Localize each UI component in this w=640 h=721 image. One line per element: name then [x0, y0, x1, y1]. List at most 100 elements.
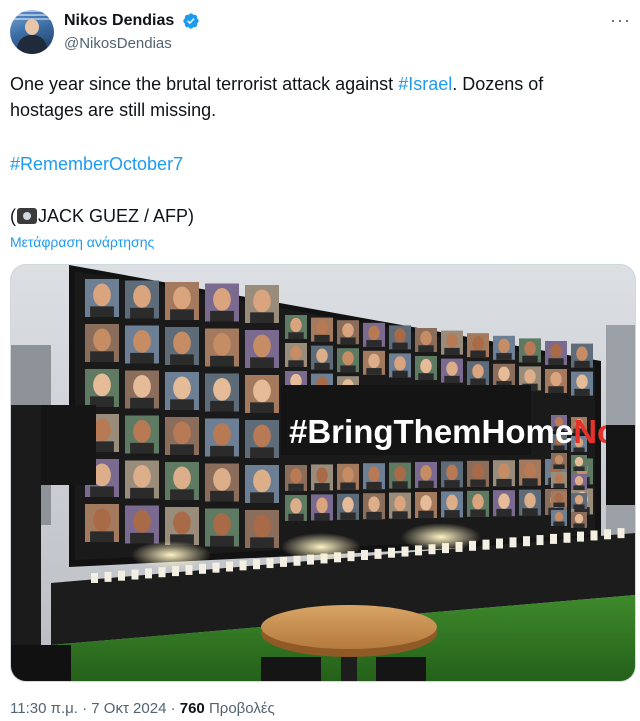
hostage-portrait [285, 495, 307, 521]
hostage-portrait [551, 472, 567, 488]
hostage-portrait [493, 490, 515, 517]
tweet-text-prefix: One year since the brutal terrorist atta… [10, 74, 399, 94]
memorial-candle [118, 570, 125, 581]
hostage-portrait [441, 358, 463, 383]
hostage-portrait [389, 325, 411, 350]
tweet-media-photo[interactable]: #BringThemHomeNow [10, 264, 636, 682]
memorial-candle [401, 546, 409, 557]
memorial-candle [91, 573, 98, 583]
hostage-portrait [205, 373, 239, 412]
memorial-candle [388, 547, 395, 558]
tweet-time[interactable]: 11:30 π.μ. [10, 700, 78, 717]
hostage-portrait [245, 510, 279, 548]
memorial-candle [361, 550, 368, 560]
avatar-head [25, 19, 39, 35]
hashtag-israel-link[interactable]: #Israel [398, 74, 452, 94]
memorial-candle [590, 530, 598, 541]
hostage-portrait [571, 512, 587, 528]
hostage-portrait [467, 460, 489, 487]
hostage-portrait [571, 343, 593, 368]
hostage-portrait [545, 341, 567, 365]
stool-right [376, 657, 426, 681]
hostage-portrait [441, 330, 463, 355]
views-label: Προβολές [204, 700, 275, 717]
tweet-date[interactable]: 7 Οκτ 2024 [91, 700, 166, 717]
hostage-portrait [125, 415, 159, 454]
hashtag-remember-link[interactable]: #RememberOctober7 [10, 151, 183, 177]
meta-separator: · [166, 700, 180, 717]
memorial-candle [145, 568, 152, 579]
hostage-portrait [571, 493, 587, 509]
memorial-candle [226, 561, 233, 572]
translate-post-link[interactable]: Μετάφραση ανάρτησης [10, 233, 154, 251]
memorial-candle [617, 528, 625, 539]
memorial-candle [104, 571, 112, 582]
speaker-left [36, 405, 96, 485]
hostage-portrait [125, 325, 159, 364]
hostage-portrait [571, 455, 587, 471]
more-dots-icon[interactable]: ··· [610, 10, 631, 30]
memorial-candle [577, 531, 584, 542]
hostage-portrait [441, 491, 463, 518]
speaker-right [606, 425, 635, 505]
hostage-portrait [363, 350, 385, 375]
hostage-portrait [311, 464, 333, 491]
hostage-portrait [311, 494, 333, 521]
hostage-portrait [85, 369, 119, 407]
hostage-portrait [493, 363, 515, 388]
credit-open: ( [10, 206, 16, 226]
hostage-portrait [519, 459, 541, 486]
memorial-candle [239, 560, 247, 571]
hostage-portrait [571, 371, 593, 396]
hostage-portrait [245, 420, 279, 458]
hostage-portrait [337, 348, 359, 373]
memorial-candle [563, 532, 571, 543]
stool-left [261, 657, 321, 681]
hostage-portrait [467, 333, 489, 358]
table-top [261, 605, 437, 649]
hostage-portrait [337, 463, 359, 490]
memorial-candle [280, 556, 287, 567]
hostage-portrait [245, 330, 279, 368]
hostage-portrait [311, 345, 333, 370]
memorial-candle [496, 538, 503, 549]
hostage-portrait [389, 353, 411, 378]
hostage-portrait [363, 463, 385, 490]
slogan-text: #BringThemHomeNow [289, 413, 635, 450]
hostage-portrait [519, 489, 541, 516]
hostage-portrait [85, 279, 119, 317]
avatar-body [17, 35, 47, 54]
author-display-name[interactable]: Nikos Dendias [64, 11, 174, 31]
hostage-portrait [285, 315, 307, 339]
hostage-portrait [245, 285, 279, 323]
hostage-portrait [493, 460, 515, 487]
hostage-portrait [165, 282, 199, 320]
hostage-portrait [441, 461, 463, 488]
hostage-portrait [415, 462, 437, 488]
author-avatar[interactable] [10, 10, 54, 54]
hostage-portrait [85, 324, 119, 362]
camera-icon [17, 208, 37, 224]
hostage-portrait [415, 492, 437, 518]
memorial-candle [536, 535, 544, 546]
hostage-portrait [205, 418, 239, 457]
hostage-portrait [519, 338, 541, 363]
hostage-portrait [125, 370, 159, 409]
hostage-portrait [285, 343, 307, 367]
hostage-portrait [125, 280, 159, 319]
hostage-portrait [545, 369, 567, 393]
hostage-portrait [363, 493, 385, 520]
hostage-portrait [467, 490, 489, 517]
author-handle[interactable]: @NikosDendias [64, 34, 172, 54]
photo-credit: ( JACK GUEZ / AFP) [10, 203, 194, 229]
hostage-portrait [389, 462, 411, 489]
hostage-portrait [165, 507, 199, 545]
hostage-portrait [165, 372, 199, 410]
hostage-portrait [551, 510, 567, 526]
hostage-portrait [493, 335, 515, 360]
credit-text: JACK GUEZ / AFP) [38, 206, 195, 226]
hostage-portrait [363, 322, 385, 347]
hostage-portrait [337, 493, 359, 520]
hostage-portrait [285, 465, 307, 491]
memorial-candle [212, 562, 220, 573]
